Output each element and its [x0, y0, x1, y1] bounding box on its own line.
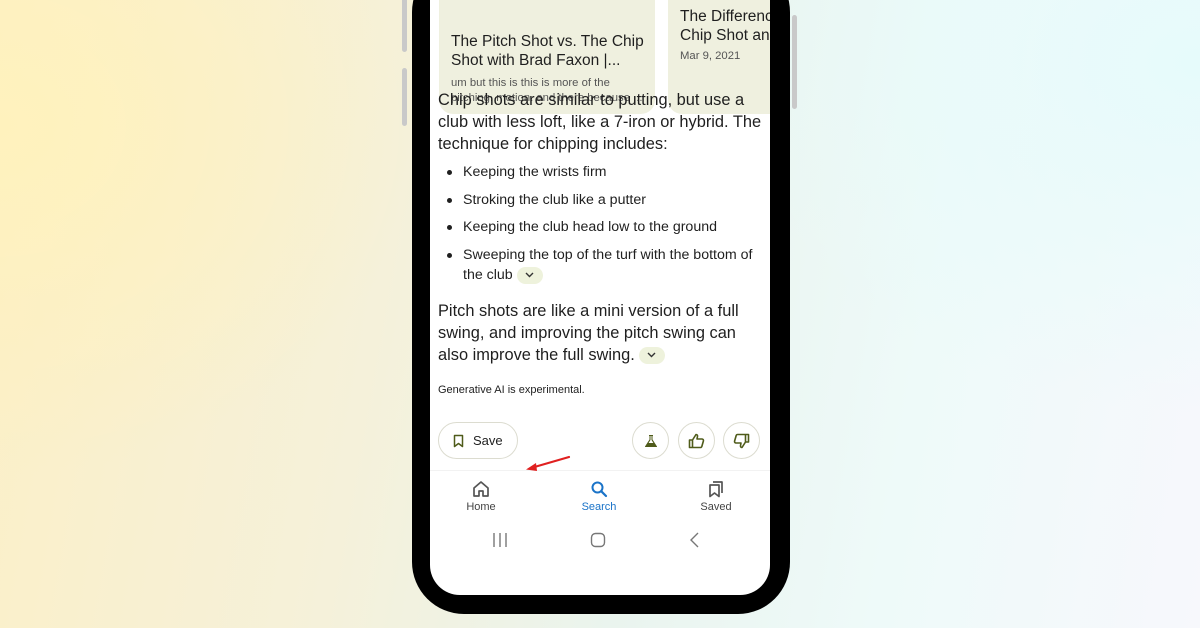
save-button-label: Save — [473, 433, 503, 448]
list-item: Sweeping the top of the turf with the bo… — [446, 245, 762, 286]
nav-item-label: Saved — [700, 501, 732, 513]
system-home-icon — [590, 532, 606, 548]
saved-icon — [709, 481, 723, 498]
nav-item-saved[interactable]: Saved — [676, 480, 756, 513]
nav-item-label: Search — [581, 501, 617, 513]
chevron-down-icon — [647, 352, 656, 358]
expand-source-button[interactable] — [516, 266, 543, 284]
bookmark-icon — [453, 434, 464, 447]
system-home-button[interactable] — [590, 532, 606, 553]
ai-overview-content: Chip shots are similar to putting, but u… — [438, 89, 762, 396]
system-back-button[interactable] — [689, 532, 701, 553]
list-item: Stroking the club like a putter — [446, 190, 762, 211]
list-item: Keeping the club head low to the ground — [446, 217, 762, 238]
thumbs-down-button[interactable] — [723, 422, 760, 459]
nav-item-search[interactable]: Search — [559, 480, 639, 513]
answer-actions: Save — [438, 422, 762, 460]
result-card-title: The Differenc Chip Shot an — [680, 8, 770, 44]
search-icon — [591, 481, 608, 498]
phone-side-button-volume-up — [402, 0, 407, 52]
answer-intro: Chip shots are similar to putting, but u… — [438, 91, 762, 153]
labs-button[interactable] — [632, 422, 669, 459]
phone-screen: The Pitch Shot vs. The Chip Shot with Br… — [430, 0, 770, 595]
disclaimer-text: Generative AI is experimental. — [438, 383, 585, 396]
save-button[interactable]: Save — [438, 422, 518, 459]
result-card-title: The Pitch Shot vs. The Chip Shot with Br… — [451, 33, 644, 69]
recent-apps-button[interactable] — [492, 532, 508, 553]
nav-item-label: Home — [466, 501, 496, 513]
system-navigation-bar — [430, 530, 770, 560]
chevron-down-icon — [525, 272, 534, 278]
answer-pitch: Pitch shots are like a mini version of a… — [438, 301, 739, 364]
bottom-navigation: Home Search Saved — [430, 470, 770, 530]
list-item: Keeping the wrists firm — [446, 162, 762, 183]
recent-apps-icon — [493, 533, 507, 547]
phone-side-button-volume-down — [402, 68, 407, 126]
thumbs-up-button[interactable] — [678, 422, 715, 459]
phone-side-button-power — [792, 15, 797, 109]
thumbs-down-icon — [733, 433, 750, 448]
expand-source-button[interactable] — [638, 346, 665, 364]
nav-item-home[interactable]: Home — [441, 480, 521, 513]
thumbs-up-icon — [688, 433, 705, 448]
flask-icon — [644, 434, 657, 447]
home-icon — [473, 481, 489, 497]
technique-list: Keeping the wrists firm Stroking the clu… — [438, 162, 762, 286]
annotation-arrow — [526, 455, 571, 471]
back-icon — [690, 532, 699, 548]
result-card-date: Mar 9, 2021 — [680, 50, 741, 62]
